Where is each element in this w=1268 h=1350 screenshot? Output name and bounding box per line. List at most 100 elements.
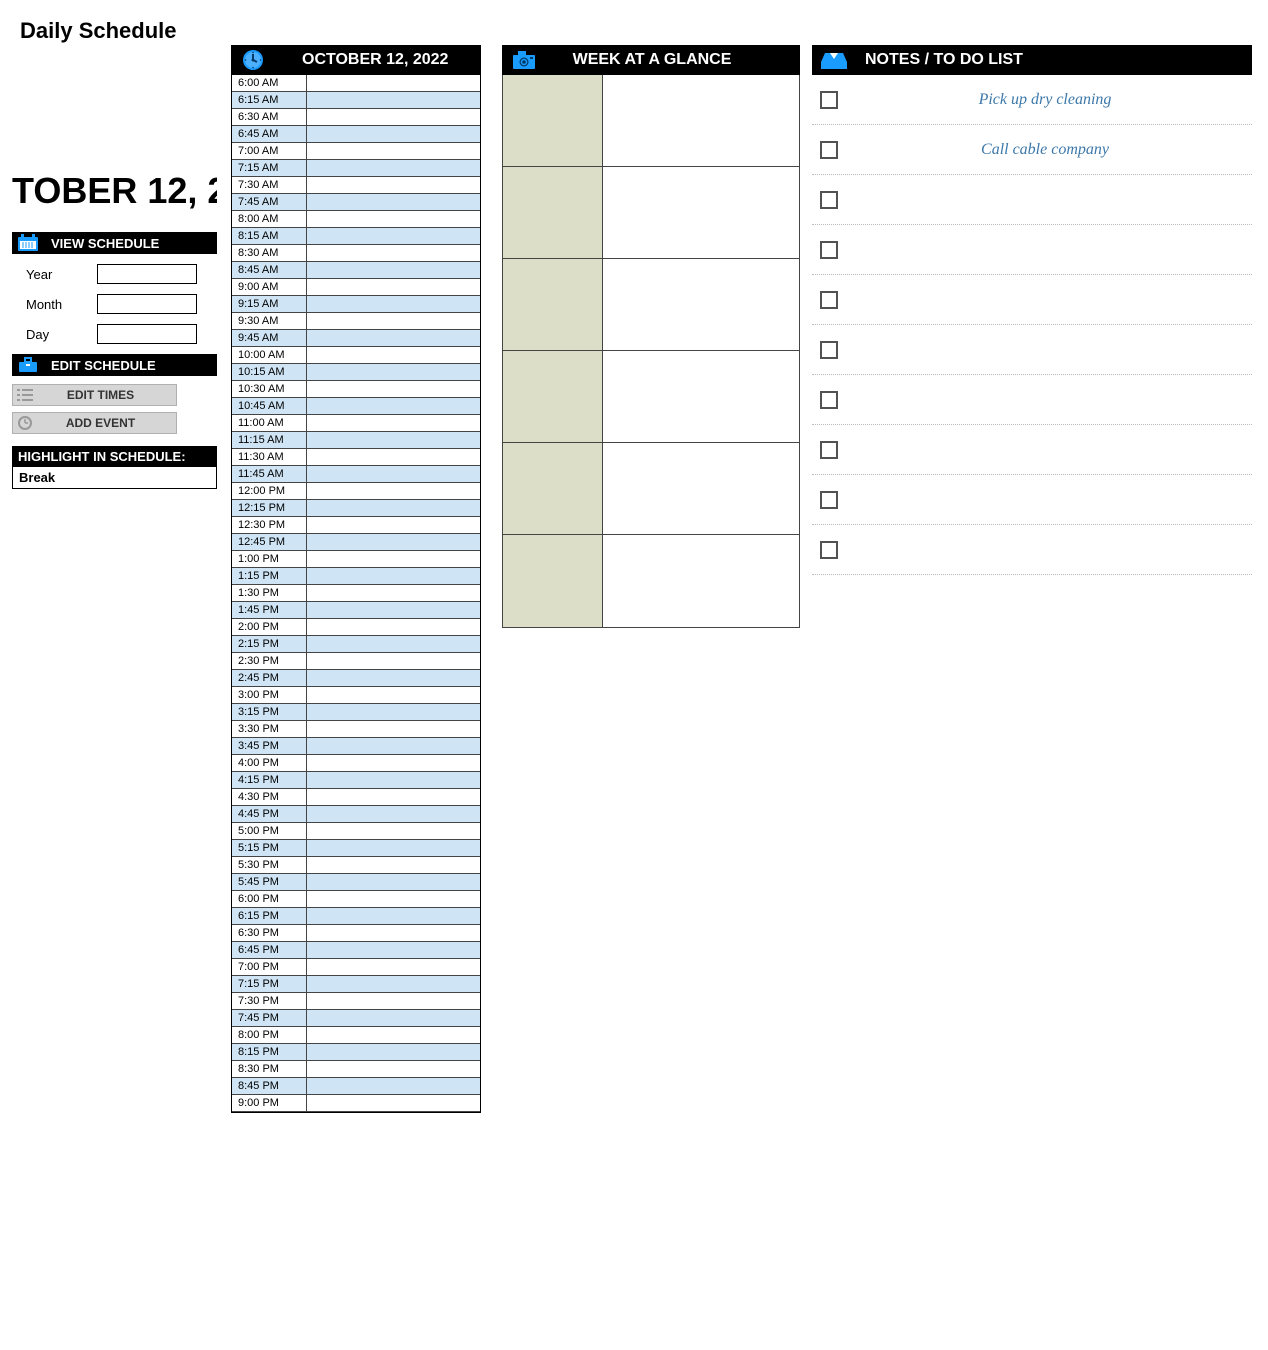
week-content-cell[interactable] <box>603 535 799 627</box>
add-event-button[interactable]: ADD EVENT <box>12 412 177 434</box>
note-checkbox[interactable] <box>820 91 838 109</box>
schedule-slot[interactable] <box>307 483 480 500</box>
schedule-slot[interactable] <box>307 228 480 245</box>
schedule-slot[interactable] <box>307 738 480 755</box>
schedule-row: 10:00 AM <box>232 347 480 364</box>
schedule-slot[interactable] <box>307 1078 480 1095</box>
schedule-row: 6:15 PM <box>232 908 480 925</box>
week-content-cell[interactable] <box>603 351 799 443</box>
schedule-slot[interactable] <box>307 925 480 942</box>
schedule-slot[interactable] <box>307 1010 480 1027</box>
schedule-slot[interactable] <box>307 143 480 160</box>
schedule-slot[interactable] <box>307 891 480 908</box>
schedule-slot[interactable] <box>307 857 480 874</box>
schedule-slot[interactable] <box>307 755 480 772</box>
schedule-slot[interactable] <box>307 1095 480 1112</box>
week-content-cell[interactable] <box>603 167 799 259</box>
schedule-slot[interactable] <box>307 976 480 993</box>
week-day-cell[interactable] <box>503 259 603 351</box>
schedule-slot[interactable] <box>307 432 480 449</box>
schedule-slot[interactable] <box>307 109 480 126</box>
schedule-slot[interactable] <box>307 789 480 806</box>
schedule-slot[interactable] <box>307 92 480 109</box>
note-text[interactable]: Pick up dry cleaning <box>838 91 1252 109</box>
schedule-slot[interactable] <box>307 670 480 687</box>
year-input[interactable] <box>97 264 197 284</box>
schedule-slot[interactable] <box>307 840 480 857</box>
schedule-slot[interactable] <box>307 908 480 925</box>
note-checkbox[interactable] <box>820 341 838 359</box>
schedule-slot[interactable] <box>307 245 480 262</box>
schedule-slot[interactable] <box>307 398 480 415</box>
note-checkbox[interactable] <box>820 191 838 209</box>
note-checkbox[interactable] <box>820 141 838 159</box>
week-content-cell[interactable] <box>603 443 799 535</box>
schedule-slot[interactable] <box>307 296 480 313</box>
week-content-cell[interactable] <box>603 259 799 351</box>
schedule-slot[interactable] <box>307 636 480 653</box>
schedule-row: 6:45 PM <box>232 942 480 959</box>
week-day-cell[interactable] <box>503 75 603 167</box>
schedule-slot[interactable] <box>307 874 480 891</box>
schedule-slot[interactable] <box>307 126 480 143</box>
schedule-row: 1:15 PM <box>232 568 480 585</box>
schedule-slot[interactable] <box>307 942 480 959</box>
week-day-cell[interactable] <box>503 443 603 535</box>
document-title: Daily Schedule <box>20 18 177 44</box>
schedule-slot[interactable] <box>307 466 480 483</box>
schedule-slot[interactable] <box>307 704 480 721</box>
note-checkbox[interactable] <box>820 491 838 509</box>
note-checkbox[interactable] <box>820 241 838 259</box>
schedule-slot[interactable] <box>307 993 480 1010</box>
schedule-slot[interactable] <box>307 1044 480 1061</box>
schedule-slot[interactable] <box>307 568 480 585</box>
schedule-slot[interactable] <box>307 500 480 517</box>
schedule-slot[interactable] <box>307 721 480 738</box>
month-input[interactable] <box>97 294 197 314</box>
note-checkbox[interactable] <box>820 541 838 559</box>
note-checkbox[interactable] <box>820 291 838 309</box>
edit-times-button[interactable]: EDIT TIMES <box>12 384 177 406</box>
schedule-slot[interactable] <box>307 772 480 789</box>
schedule-slot[interactable] <box>307 806 480 823</box>
schedule-slot[interactable] <box>307 194 480 211</box>
schedule-slot[interactable] <box>307 1027 480 1044</box>
schedule-slot[interactable] <box>307 585 480 602</box>
note-text[interactable]: Call cable company <box>838 141 1252 159</box>
week-day-cell[interactable] <box>503 167 603 259</box>
schedule-slot[interactable] <box>307 653 480 670</box>
day-input[interactable] <box>97 324 197 344</box>
schedule-slot[interactable] <box>307 177 480 194</box>
schedule-slot[interactable] <box>307 517 480 534</box>
week-day-cell[interactable] <box>503 535 603 627</box>
schedule-slot[interactable] <box>307 619 480 636</box>
schedule-slot[interactable] <box>307 415 480 432</box>
schedule-slot[interactable] <box>307 262 480 279</box>
highlight-value[interactable]: Break <box>12 467 217 489</box>
note-checkbox[interactable] <box>820 441 838 459</box>
schedule-slot[interactable] <box>307 959 480 976</box>
schedule-slot[interactable] <box>307 75 480 92</box>
schedule-slot[interactable] <box>307 347 480 364</box>
schedule-slot[interactable] <box>307 313 480 330</box>
schedule-slot[interactable] <box>307 364 480 381</box>
week-day-cell[interactable] <box>503 351 603 443</box>
schedule-slot[interactable] <box>307 687 480 704</box>
schedule-row: 5:45 PM <box>232 874 480 891</box>
schedule-slot[interactable] <box>307 330 480 347</box>
schedule-slot[interactable] <box>307 602 480 619</box>
schedule-slot[interactable] <box>307 211 480 228</box>
schedule-slot[interactable] <box>307 381 480 398</box>
note-row <box>812 225 1252 275</box>
schedule-slot[interactable] <box>307 551 480 568</box>
week-content-cell[interactable] <box>603 75 799 167</box>
note-checkbox[interactable] <box>820 391 838 409</box>
schedule-row: 2:15 PM <box>232 636 480 653</box>
schedule-slot[interactable] <box>307 160 480 177</box>
schedule-slot[interactable] <box>307 449 480 466</box>
schedule-slot[interactable] <box>307 534 480 551</box>
schedule-slot[interactable] <box>307 1061 480 1078</box>
schedule-slot[interactable] <box>307 823 480 840</box>
week-row <box>503 75 799 167</box>
schedule-slot[interactable] <box>307 279 480 296</box>
